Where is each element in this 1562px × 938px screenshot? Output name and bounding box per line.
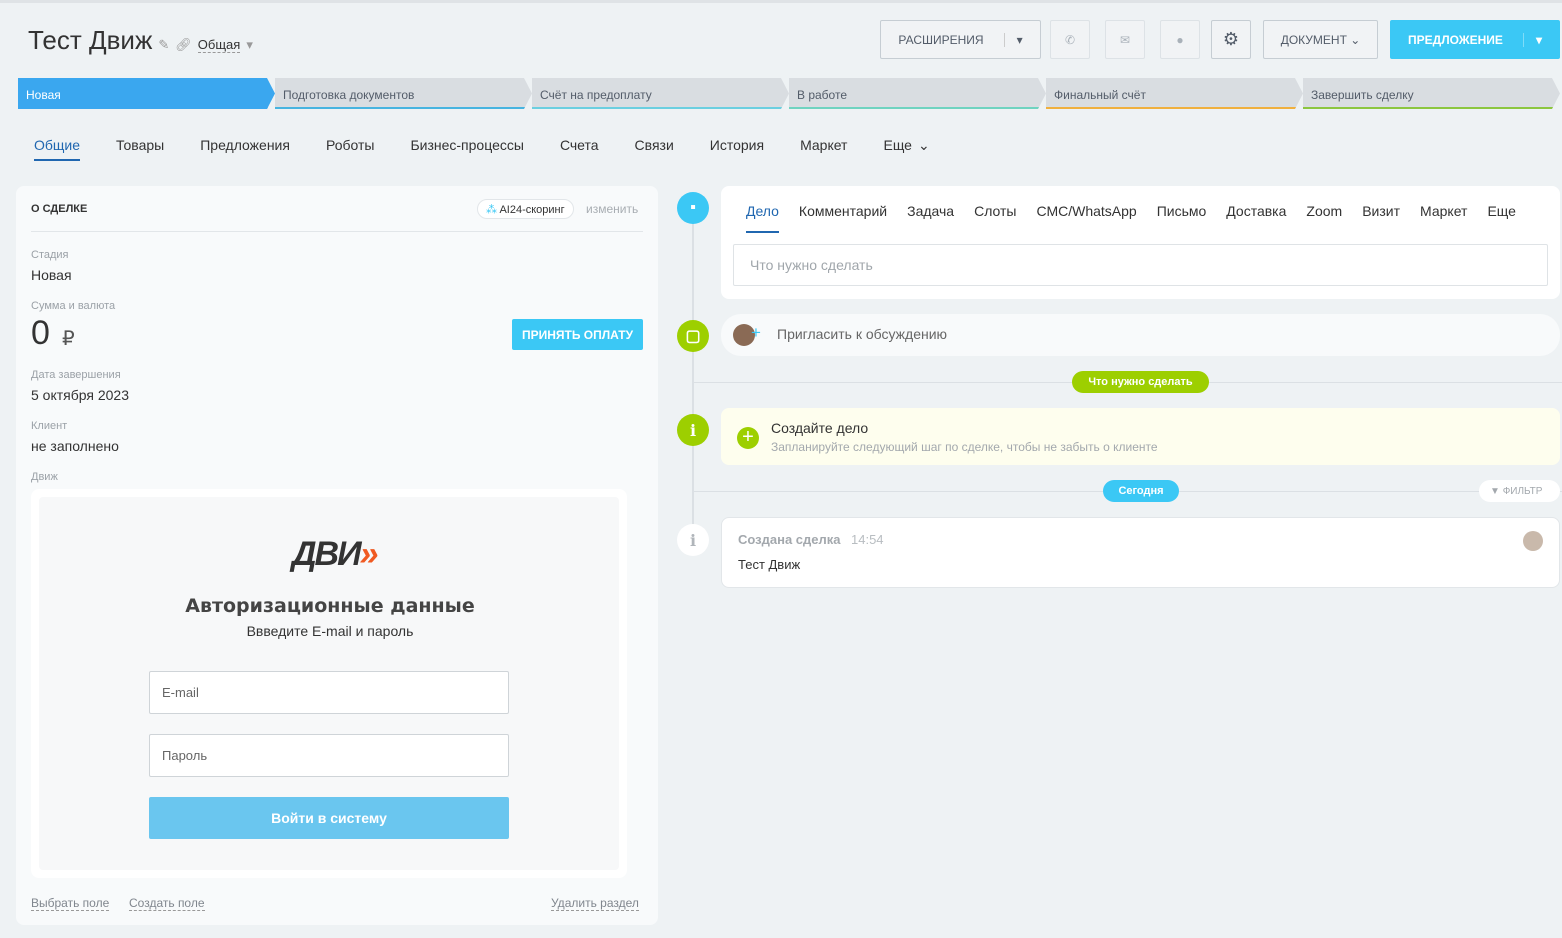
timeline-tab-1[interactable]: Комментарий	[799, 203, 887, 233]
date-label: Дата завершения	[31, 369, 121, 381]
deal-title-row: Тест Движ ✎ 🔗︎ Общая ▾	[28, 25, 253, 56]
dvizh-logo: ДВИ»	[292, 535, 378, 573]
stage-label: Стадия	[31, 249, 69, 261]
category-select[interactable]: Общая	[197, 37, 241, 53]
date-value[interactable]: 5 октября 2023	[31, 387, 129, 403]
accept-payment-button[interactable]: ПРИНЯТЬ ОПЛАТУ	[512, 319, 643, 350]
tab-8[interactable]: Маркет	[800, 137, 847, 161]
chat-icon[interactable]: ●	[1160, 20, 1200, 59]
password-input[interactable]: Пароль	[149, 734, 509, 777]
tab-3[interactable]: Роботы	[326, 137, 374, 161]
info-icon: i	[677, 524, 709, 556]
tab-0[interactable]: Общие	[34, 137, 81, 161]
stage-1[interactable]: Подготовка документов	[275, 78, 532, 109]
timeline-tab-3[interactable]: Слоты	[974, 203, 1016, 233]
event-text: Тест Движ	[738, 557, 801, 572]
app-label: Движ	[31, 471, 58, 483]
mail-icon[interactable]: ✉	[1105, 20, 1145, 59]
ai-scoring-button[interactable]: ⁂ AI24-скоринг	[477, 199, 574, 219]
gear-icon[interactable]: ⚙	[1211, 20, 1251, 59]
timeline-line	[692, 208, 694, 548]
page-title: Тест Движ	[28, 25, 153, 55]
client-value[interactable]: не заполнено	[31, 438, 119, 454]
avatar	[1523, 531, 1543, 551]
timeline-event: Создана сделка 14:54 Тест Движ	[721, 517, 1560, 588]
timeline-tab-4[interactable]: СМС/WhatsApp	[1036, 203, 1136, 233]
tab-4[interactable]: Бизнес-процессы	[410, 137, 523, 161]
timeline-tab-8[interactable]: Визит	[1362, 203, 1400, 233]
chevron-down-icon[interactable]: ▾	[1524, 33, 1542, 47]
timeline-tab-9[interactable]: Маркет	[1420, 203, 1467, 233]
select-field-link[interactable]: Выбрать поле	[31, 896, 110, 911]
stage-bar: Новая Подготовка документов Счёт на предоп…	[18, 78, 1560, 109]
today-pill: Сегодня	[1103, 480, 1179, 502]
filter-icon: ▼	[1490, 486, 1500, 497]
create-activity-card[interactable]: + Создайте дело Запланируйте следующий ш…	[721, 408, 1560, 465]
stage-5[interactable]: Завершить сделку	[1303, 78, 1560, 109]
sum-label: Сумма и валюта	[31, 300, 116, 312]
extensions-button[interactable]: РАСШИРЕНИЯ ▾	[880, 20, 1041, 59]
deal-tabs: Общие Товары Предложения Роботы Бизнес-проце…	[34, 137, 930, 161]
edit-icon[interactable]: ✎	[158, 37, 169, 53]
timeline-tab-5[interactable]: Письмо	[1157, 203, 1207, 233]
tab-7[interactable]: История	[710, 137, 764, 161]
phone-icon[interactable]: ✆	[1050, 20, 1090, 59]
timeline-tab-0[interactable]: Дело	[746, 203, 779, 233]
invite-text: Пригласить к обсуждению	[777, 326, 948, 342]
divider	[31, 231, 643, 232]
tab-5[interactable]: Счета	[560, 137, 599, 161]
invite-field[interactable]: + Пригласить к обсуждению	[721, 314, 1560, 356]
stage-2[interactable]: Счёт на предоплату	[532, 78, 789, 109]
sum-value[interactable]: 0	[31, 314, 50, 353]
link-icon[interactable]: 🔗︎	[175, 37, 192, 53]
chat-icon: ▢	[677, 320, 709, 352]
event-time: 14:54	[851, 532, 884, 547]
create-subtitle: Запланируйте следующий шаг по сделке, чт…	[771, 440, 1158, 454]
tab-9[interactable]: Еще	[883, 137, 912, 161]
timeline-tab-6[interactable]: Доставка	[1226, 203, 1286, 233]
timeline-tab-10[interactable]: Еще	[1487, 203, 1516, 233]
chevron-down-icon[interactable]: ▾	[246, 37, 253, 53]
event-title: Создана сделка	[738, 532, 841, 547]
tab-1[interactable]: Товары	[116, 137, 164, 161]
edit-link[interactable]: изменить	[586, 202, 638, 216]
comment-icon: ▪	[677, 192, 709, 224]
chevron-down-icon[interactable]: ⌄	[918, 137, 930, 161]
offer-button[interactable]: ПРЕДЛОЖЕНИЕ ▾	[1390, 20, 1560, 59]
info-icon: i	[677, 414, 709, 446]
todo-input[interactable]: Что нужно сделать	[733, 244, 1548, 286]
auth-title: Авторизационные данные	[185, 595, 475, 617]
delete-section-link[interactable]: Удалить раздел	[551, 896, 639, 911]
scoring-icon: ⁂	[486, 204, 497, 216]
create-field-link[interactable]: Создать поле	[129, 896, 205, 911]
todo-pill: Что нужно сделать	[1072, 371, 1209, 393]
create-title: Создайте дело	[771, 420, 869, 436]
section-heading: О СДЕЛКЕ	[31, 203, 88, 215]
filter-button[interactable]: ▼ ФИЛЬТР	[1479, 480, 1560, 502]
stage-value[interactable]: Новая	[31, 267, 72, 283]
email-input[interactable]: E-mail	[149, 671, 509, 714]
auth-subtitle: Ввведите E-mail и пароль	[246, 623, 414, 639]
add-icon[interactable]: +	[737, 427, 759, 449]
currency-value: ₽	[62, 328, 75, 350]
plus-icon: +	[751, 323, 761, 342]
timeline-tab-2[interactable]: Задача	[907, 203, 954, 233]
client-label: Клиент	[31, 420, 68, 432]
login-button[interactable]: Войти в систему	[149, 797, 509, 839]
chevron-down-icon[interactable]: ▾	[1005, 33, 1023, 47]
document-button[interactable]: ДОКУМЕНТ ⌄	[1263, 20, 1378, 59]
timeline-tab-7[interactable]: Zoom	[1306, 203, 1342, 233]
stage-0[interactable]: Новая	[18, 78, 275, 109]
activity-editor: Дело Комментарий Задача Слоты СМС/WhatsApp Пи…	[721, 186, 1560, 299]
tab-6[interactable]: Связи	[635, 137, 674, 161]
stage-4[interactable]: Финальный счёт	[1046, 78, 1303, 109]
tab-2[interactable]: Предложения	[200, 137, 290, 161]
stage-3[interactable]: В работе	[789, 78, 1046, 109]
